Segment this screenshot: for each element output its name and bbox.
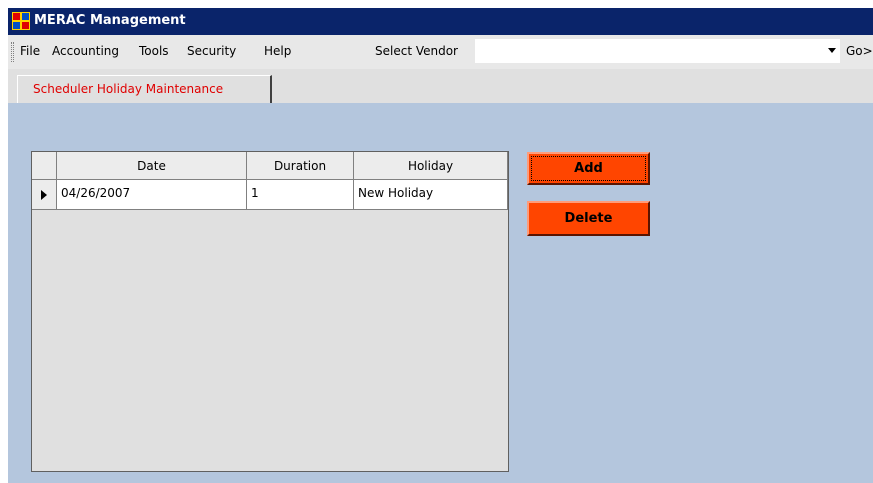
column-header-holiday[interactable]: Holiday bbox=[354, 152, 508, 180]
tab-label: Scheduler Holiday Maintenance bbox=[33, 82, 224, 96]
toolbar-grip-icon[interactable] bbox=[11, 42, 14, 62]
column-header-duration[interactable]: Duration bbox=[247, 152, 354, 180]
app-icon bbox=[12, 12, 30, 30]
column-header-date[interactable]: Date bbox=[57, 152, 247, 180]
cell-duration[interactable]: 1 bbox=[247, 180, 354, 210]
content-panel: Date Duration Holiday 04/26/2007 1 New H… bbox=[8, 103, 873, 483]
cell-holiday[interactable]: New Holiday bbox=[354, 180, 508, 210]
tab-strip: Scheduler Holiday Maintenance bbox=[8, 69, 873, 103]
go-button[interactable]: Go> bbox=[846, 44, 873, 58]
menu-file[interactable]: File bbox=[20, 44, 40, 58]
menu-tools[interactable]: Tools bbox=[139, 44, 169, 58]
window-title: MERAC Management bbox=[34, 13, 186, 28]
select-vendor-label: Select Vendor bbox=[375, 44, 458, 58]
dropdown-arrow-icon[interactable] bbox=[828, 48, 836, 53]
current-row-arrow-icon bbox=[41, 190, 47, 200]
add-button[interactable]: Add bbox=[527, 152, 650, 185]
tab-scheduler-holiday-maintenance[interactable]: Scheduler Holiday Maintenance bbox=[17, 75, 272, 103]
menu-accounting[interactable]: Accounting bbox=[52, 44, 119, 58]
menu-help[interactable]: Help bbox=[264, 44, 291, 58]
holiday-grid[interactable]: Date Duration Holiday 04/26/2007 1 New H… bbox=[31, 151, 509, 472]
row-header[interactable] bbox=[32, 180, 57, 210]
menu-bar: File Accounting Tools Security Help Sele… bbox=[8, 35, 873, 69]
grid-header: Date Duration Holiday bbox=[32, 152, 508, 180]
vendor-select[interactable] bbox=[475, 39, 840, 63]
title-bar[interactable]: MERAC Management bbox=[8, 8, 873, 35]
table-row[interactable]: 04/26/2007 1 New Holiday bbox=[32, 180, 508, 210]
menu-security[interactable]: Security bbox=[187, 44, 236, 58]
app-window: MERAC Management File Accounting Tools S… bbox=[0, 0, 873, 483]
row-header-corner bbox=[32, 152, 57, 180]
delete-button[interactable]: Delete bbox=[527, 201, 650, 236]
cell-date[interactable]: 04/26/2007 bbox=[57, 180, 247, 210]
